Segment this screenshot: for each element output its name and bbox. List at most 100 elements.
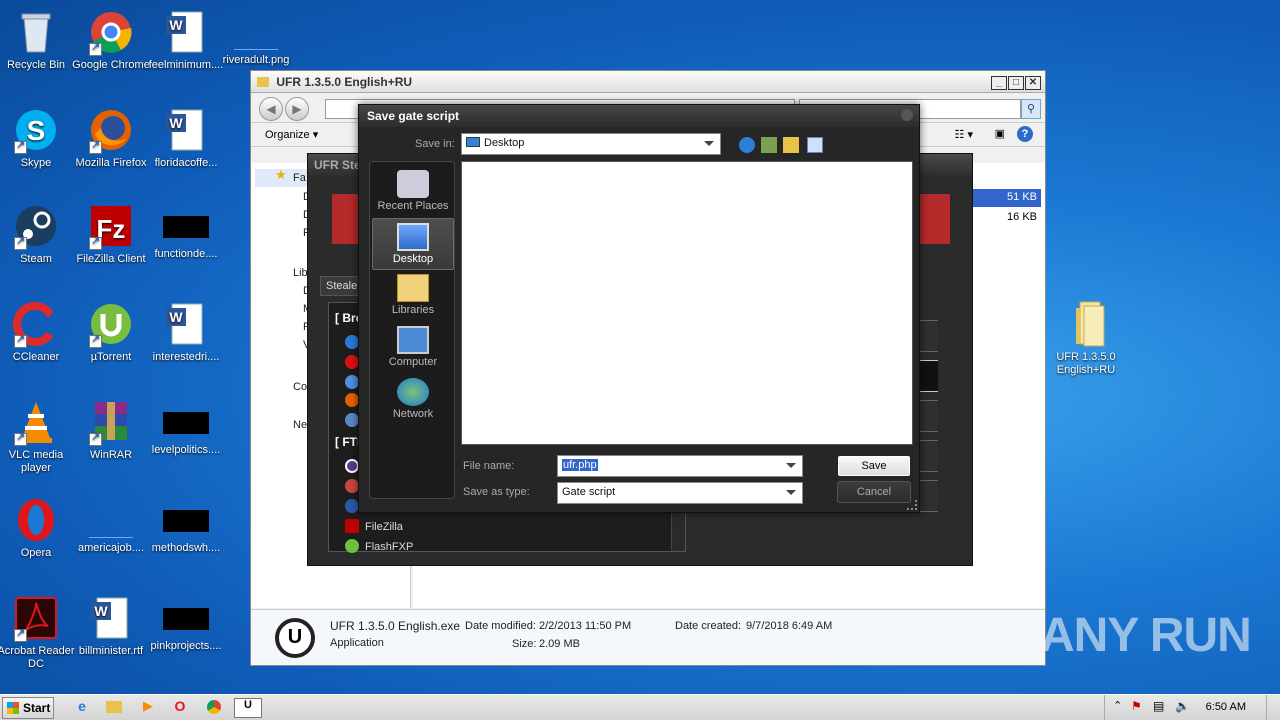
place-label: Computer	[388, 356, 438, 368]
firefox-icon[interactable]	[345, 393, 359, 407]
desktop-icon-label: µTorrent	[90, 351, 132, 363]
view-menu-icon[interactable]	[807, 137, 823, 153]
save-type-select[interactable]: Gate script	[557, 482, 803, 504]
desktop-icon-acrobat[interactable]: Acrobat Reader DC	[0, 594, 76, 671]
group-header-ftp: [ FTI	[335, 435, 361, 449]
desktop-icon-interestedri[interactable]: W interestedri....	[146, 300, 226, 364]
list-item-flashfxp[interactable]: FlashFXP	[365, 541, 413, 553]
views-button[interactable]: ☷ ▾	[955, 128, 973, 141]
explorer-taskbar-icon[interactable]	[102, 698, 126, 718]
nav-item[interactable]: Ne	[293, 419, 307, 431]
media-player-taskbar-icon[interactable]: ▶	[136, 698, 160, 718]
start-button[interactable]: Start	[2, 697, 54, 719]
list-item-filezilla[interactable]: FileZilla	[365, 521, 403, 533]
organize-button[interactable]: Organize ▾	[265, 128, 318, 141]
opera-icon[interactable]	[345, 355, 359, 369]
browser-icon[interactable]	[345, 413, 359, 427]
chrome-icon[interactable]	[345, 375, 359, 389]
desktop-icon-filezilla[interactable]: Fz FileZilla Client	[71, 202, 151, 266]
desktop-icon-levelpolitics[interactable]: levelpolitics....	[146, 398, 226, 457]
save-in-select[interactable]: Desktop	[461, 133, 721, 155]
explorer-titlebar[interactable]: UFR 1.3.5.0 English+RU _ □ ✕	[251, 71, 1045, 93]
up-folder-icon[interactable]	[761, 137, 777, 153]
desktop-icon-chrome[interactable]: Google Chrome	[71, 8, 151, 72]
place-recent[interactable]: Recent Places	[372, 166, 454, 218]
details-created-label: Date created:	[675, 620, 742, 632]
maximize-button[interactable]: □	[1008, 76, 1024, 90]
desktop-icon-floridacoffe[interactable]: W floridacoffe...	[146, 106, 226, 170]
desktop-icon-ufr-folder[interactable]: UFR 1.3.5.0 English+RU	[1046, 300, 1126, 377]
back-button[interactable]: ◀	[259, 97, 283, 121]
chrome-taskbar-icon[interactable]	[202, 698, 226, 718]
desktop-icon-functionde[interactable]: functionde....	[146, 202, 226, 261]
desktop-icon-winrar[interactable]: WinRAR	[71, 398, 151, 462]
file-browser-area[interactable]	[461, 161, 913, 445]
place-libraries[interactable]: Libraries	[372, 270, 454, 322]
ie-taskbar-icon[interactable]: e	[70, 698, 94, 718]
shortcut-arrow-icon	[89, 431, 102, 446]
cancel-button[interactable]: Cancel	[837, 481, 911, 503]
file-size: 51 KB	[1007, 191, 1037, 203]
desktop-icon-feelminimum[interactable]: W feelminimum....	[146, 8, 226, 72]
new-folder-icon[interactable]	[783, 137, 799, 153]
desktop-icon-methodswh[interactable]: methodswh....	[146, 496, 226, 555]
flashfxp-icon	[345, 539, 359, 553]
word-document-icon: W	[166, 11, 203, 53]
chrome-icon	[207, 700, 221, 714]
ftp-client-icon[interactable]	[345, 459, 359, 473]
network-icon[interactable]: ▤	[1153, 699, 1164, 713]
desktop-icon-riveradult[interactable]: riveradult.png	[216, 8, 296, 67]
close-button[interactable]: ✕	[1025, 76, 1041, 90]
search-icon[interactable]: ⚲	[1021, 99, 1041, 119]
nav-item[interactable]: Fa	[293, 172, 306, 184]
desktop-icon-steam[interactable]: Steam	[0, 202, 76, 266]
desktop-icon-recycle-bin[interactable]: Recycle Bin	[0, 8, 76, 72]
nav-item[interactable]: Co	[293, 381, 307, 393]
ie-icon[interactable]	[345, 335, 359, 349]
help-icon[interactable]: ?	[1017, 126, 1033, 142]
folder-icon	[257, 77, 269, 87]
forward-button[interactable]: ▶	[285, 97, 309, 121]
desktop-icon-vlc[interactable]: VLC media player	[0, 398, 76, 475]
ufr-taskbar-icon[interactable]: U	[234, 698, 262, 718]
close-icon[interactable]	[901, 109, 913, 121]
file-name-input[interactable]: ufr.php	[557, 455, 803, 477]
desktop-icon-label: americajob....	[77, 542, 145, 554]
network-icon	[397, 378, 429, 406]
dialog-titlebar[interactable]: Save gate script	[359, 105, 919, 127]
redacted-thumbnail	[163, 412, 209, 434]
desktop-icon-utorrent[interactable]: µTorrent	[71, 300, 151, 364]
show-desktop-button[interactable]	[1266, 695, 1280, 720]
desktop-icon-opera[interactable]: Opera	[0, 496, 76, 560]
action-center-icon[interactable]: ⚑	[1131, 699, 1142, 713]
svg-text:W: W	[169, 17, 183, 33]
nav-item[interactable]: Lib	[293, 267, 308, 279]
opera-taskbar-icon[interactable]: O	[168, 698, 192, 718]
resize-grip[interactable]	[907, 500, 917, 510]
show-hidden-icons[interactable]: ⌃	[1113, 699, 1122, 712]
redacted-thumbnail	[163, 608, 209, 630]
desktop-icon-firefox[interactable]: Mozilla Firefox	[71, 106, 151, 170]
preview-pane-button[interactable]: ▣	[995, 127, 1005, 140]
back-icon[interactable]	[739, 137, 755, 153]
place-desktop[interactable]: Desktop	[372, 218, 454, 270]
details-modified-label: Date modified:	[465, 620, 536, 632]
shortcut-arrow-icon	[89, 333, 102, 348]
place-computer[interactable]: Computer	[372, 322, 454, 374]
shortcut-arrow-icon	[89, 41, 102, 56]
clock[interactable]: 6:50 AM	[1206, 701, 1246, 713]
desktop-icon-americajob[interactable]: americajob....	[71, 496, 151, 555]
desktop-icon-billminister[interactable]: W billminister.rtf	[71, 594, 151, 658]
desktop-icon-pinkprojects[interactable]: pinkprojects....	[146, 594, 226, 653]
ftp-client-icon[interactable]	[345, 479, 359, 493]
save-button[interactable]: Save	[837, 455, 911, 477]
ftp-client-icon[interactable]	[345, 499, 359, 513]
desktop-icon-skype[interactable]: S Skype	[0, 106, 76, 170]
desktop-icon-ccleaner[interactable]: CCleaner	[0, 300, 76, 364]
file-row[interactable]: 16 KB	[969, 209, 1041, 227]
shortcut-arrow-icon	[89, 235, 102, 250]
file-row-selected[interactable]: 51 KB	[969, 189, 1041, 207]
minimize-button[interactable]: _	[991, 76, 1007, 90]
place-network[interactable]: Network	[372, 374, 454, 426]
volume-icon[interactable]: 🔈	[1175, 699, 1190, 713]
